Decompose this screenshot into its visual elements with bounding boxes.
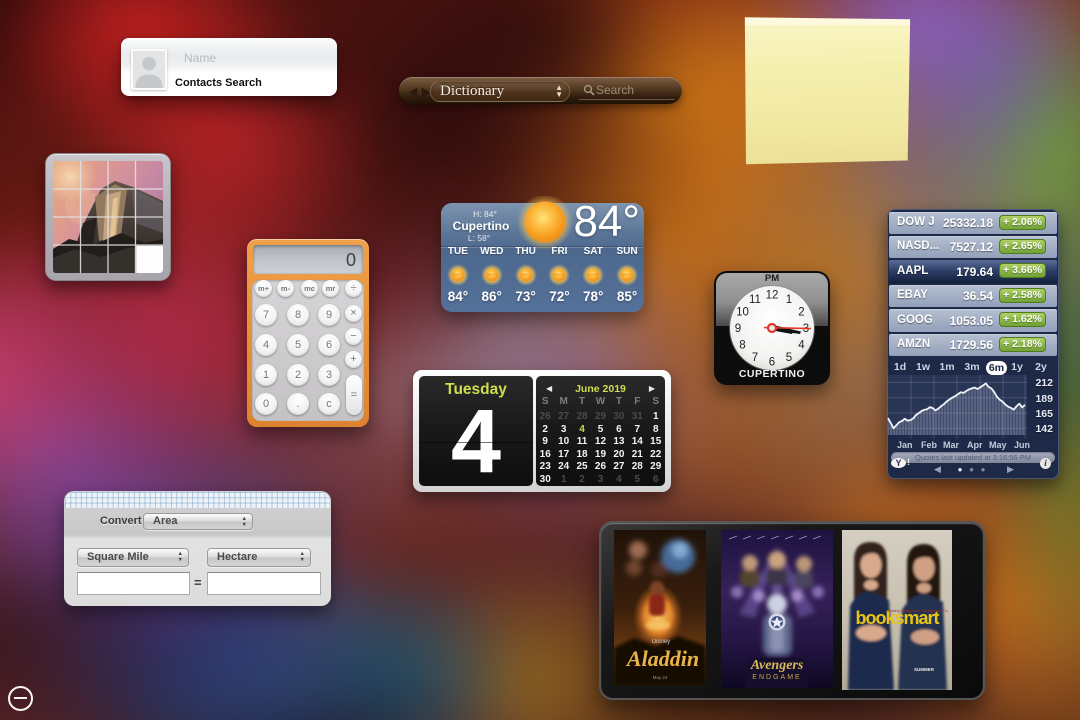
svg-text:6: 6 — [769, 357, 775, 369]
svg-text:8: 8 — [739, 340, 745, 352]
svg-text:ENDGAME: ENDGAME — [752, 674, 801, 681]
svg-text:12: 12 — [766, 290, 779, 302]
svg-text:11: 11 — [749, 294, 761, 306]
svg-text:1: 1 — [786, 294, 792, 306]
svg-text:5: 5 — [786, 352, 792, 364]
svg-text:SUMMER: SUMMER — [914, 667, 935, 672]
svg-text:10: 10 — [736, 307, 749, 319]
svg-text:9: 9 — [735, 323, 741, 335]
svg-text:Avengers: Avengers — [750, 658, 804, 673]
svg-text:7: 7 — [752, 352, 758, 364]
svg-text:Getting Straight A's. Giving Z: Getting Straight A's. Giving Zero F's. — [887, 609, 948, 613]
svg-text:2: 2 — [798, 307, 804, 319]
svg-text:Disney: Disney — [652, 639, 670, 645]
svg-text:May 24: May 24 — [653, 675, 668, 680]
svg-text:Aladdin: Aladdin — [625, 646, 699, 671]
svg-text:4: 4 — [798, 340, 805, 352]
